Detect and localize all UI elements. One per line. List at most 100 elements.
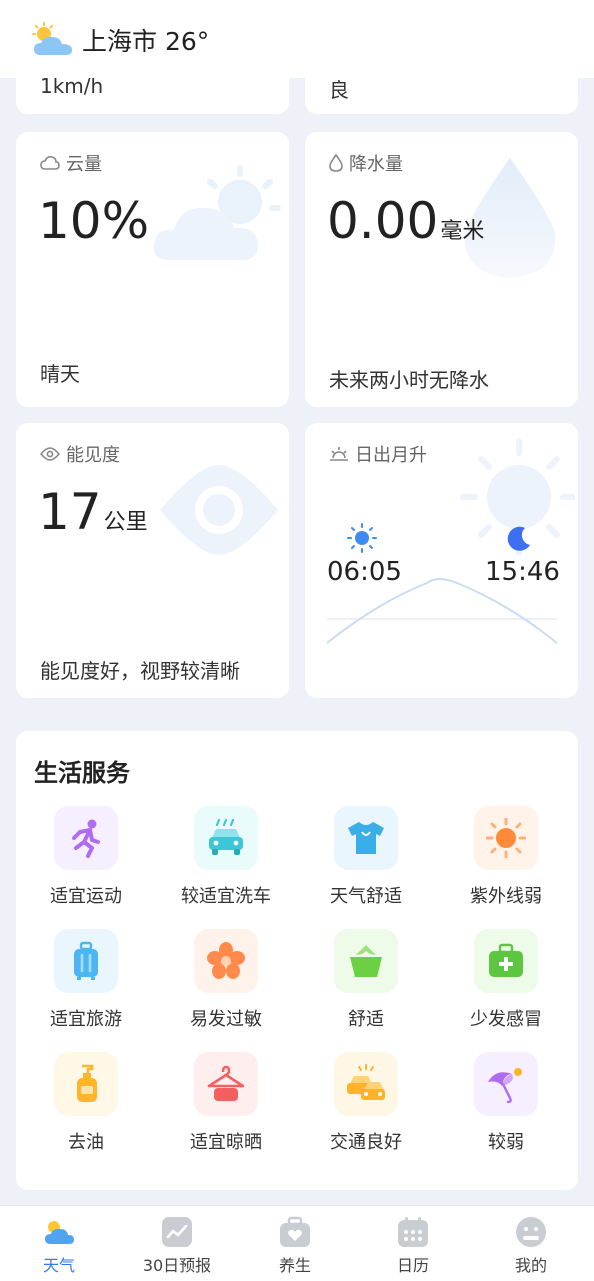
service-tile xyxy=(474,806,538,870)
umbrella-icon xyxy=(488,1068,522,1104)
city-temperature-title[interactable]: 上海市 26° xyxy=(82,22,209,58)
profile-icon xyxy=(516,1217,546,1247)
visibility-unit: 公里 xyxy=(103,510,148,535)
health-bag-icon xyxy=(280,1216,310,1247)
service-tile xyxy=(194,1052,258,1116)
service-tile xyxy=(54,806,118,870)
service-label: 紫外线弱 xyxy=(470,886,542,907)
tab-30-day-forecast[interactable]: 30日预报 xyxy=(118,1206,236,1281)
sunrise-sun-icon xyxy=(347,523,377,553)
tab-health[interactable]: 养生 xyxy=(236,1206,354,1281)
service-item-oil[interactable]: 去油 xyxy=(16,1052,156,1162)
medical-kit-icon xyxy=(489,943,523,977)
sun-uv-icon xyxy=(486,818,526,858)
service-item-drying[interactable]: 适宜晾晒 xyxy=(156,1052,296,1162)
forecast-chart-icon xyxy=(162,1217,192,1247)
hanger-icon xyxy=(207,1065,245,1101)
precipitation-label: 降水量 xyxy=(329,150,403,176)
precipitation-value: 0.00毫米 xyxy=(327,192,484,250)
sunrise-time: 06:05 xyxy=(327,557,402,587)
tab-label: 30日预报 xyxy=(142,1256,212,1275)
precipitation-card[interactable]: 降水量 0.00毫米 未来两小时无降水 xyxy=(305,132,578,407)
service-item-car-wash[interactable]: 较适宜洗车 xyxy=(156,806,296,916)
visibility-label: 能见度 xyxy=(40,441,120,467)
service-label: 较适宜洗车 xyxy=(181,886,271,907)
droplet-outline-icon xyxy=(329,154,343,172)
service-item-uv[interactable]: 紫外线弱 xyxy=(436,806,576,916)
running-icon xyxy=(72,819,100,858)
service-label: 适宜晾晒 xyxy=(190,1132,262,1153)
service-tile xyxy=(54,929,118,993)
cloud-description: 晴天 xyxy=(40,362,80,386)
moonrise-moon-icon xyxy=(507,526,530,551)
partial-air-text: 良 xyxy=(329,78,349,102)
traffic-cars-icon xyxy=(347,1064,385,1100)
cloud-value-number: 10% xyxy=(38,192,150,250)
luggage-icon xyxy=(74,941,98,980)
service-item-exercise[interactable]: 适宜运动 xyxy=(16,806,156,916)
service-tile xyxy=(194,806,258,870)
service-label: 少发感冒 xyxy=(470,1009,542,1030)
service-item-comfort-2[interactable]: 舒适 xyxy=(296,929,436,1039)
service-item-traffic[interactable]: 交通良好 xyxy=(296,1052,436,1162)
sunrise-outline-icon xyxy=(330,447,348,461)
service-item-umbrella[interactable]: 较弱 xyxy=(436,1052,576,1162)
service-tile xyxy=(474,929,538,993)
car-wash-icon xyxy=(209,818,243,855)
moonrise-time: 15:46 xyxy=(485,557,560,587)
plant-pot-icon xyxy=(350,945,382,977)
tab-calendar[interactable]: 日历 xyxy=(354,1206,472,1281)
service-label: 较弱 xyxy=(488,1132,524,1153)
tab-weather[interactable]: 天气 xyxy=(0,1206,118,1281)
service-label: 易发过敏 xyxy=(190,1009,262,1030)
visibility-value-number: 17 xyxy=(38,483,102,541)
sunrise-moonrise-card[interactable]: 日出月升 06:05 15:46 xyxy=(305,423,578,698)
precipitation-description: 未来两小时无降水 xyxy=(329,368,489,392)
service-tile xyxy=(334,806,398,870)
calendar-icon xyxy=(398,1217,428,1247)
partly-sunny-icon xyxy=(32,22,72,55)
life-services-title: 生活服务 xyxy=(34,759,130,787)
precipitation-unit: 毫米 xyxy=(440,219,485,244)
sun-moon-label: 日出月升 xyxy=(329,441,427,467)
tshirt-icon xyxy=(348,822,384,854)
service-label: 天气舒适 xyxy=(330,886,402,907)
tab-label: 我的 xyxy=(514,1256,547,1275)
visibility-card[interactable]: 能见度 17公里 能见度好，视野较清晰 xyxy=(16,423,289,698)
bottom-tab-bar: 天气 30日预报 养生 日历 我的 xyxy=(0,1205,594,1281)
visibility-value: 17公里 xyxy=(38,483,148,541)
service-label: 适宜运动 xyxy=(50,886,122,907)
weather-icon xyxy=(45,1221,74,1244)
service-label: 去油 xyxy=(68,1132,104,1153)
service-tile xyxy=(334,929,398,993)
lotion-bottle-icon xyxy=(77,1064,97,1102)
service-item-cold[interactable]: 少发感冒 xyxy=(436,929,576,1039)
service-item-comfort[interactable]: 天气舒适 xyxy=(296,806,436,916)
cloud-label: 云量 xyxy=(40,150,102,176)
cloud-card[interactable]: 云量 10% 晴天 xyxy=(16,132,289,407)
cloud-sun-decoration-icon xyxy=(153,165,281,260)
tab-label: 天气 xyxy=(42,1256,75,1275)
eye-outline-icon xyxy=(40,447,60,461)
life-services-panel: 生活服务 适宜运动 较适宜洗车 天气舒适 紫外线弱 适宜旅游 易发过敏 舒适 少… xyxy=(16,731,578,1190)
precipitation-value-number: 0.00 xyxy=(327,192,439,250)
top-header: 上海市 26° xyxy=(0,0,594,78)
precipitation-label-text: 降水量 xyxy=(349,154,403,175)
service-label: 舒适 xyxy=(348,1009,384,1030)
service-item-allergy[interactable]: 易发过敏 xyxy=(156,929,296,1039)
cloud-value: 10% xyxy=(38,192,149,250)
service-tile xyxy=(474,1052,538,1116)
service-label: 交通良好 xyxy=(330,1132,402,1153)
service-label: 适宜旅游 xyxy=(50,1009,122,1030)
service-item-travel[interactable]: 适宜旅游 xyxy=(16,929,156,1039)
visibility-description: 能见度好，视野较清晰 xyxy=(40,659,240,683)
service-tile xyxy=(194,929,258,993)
tab-label: 日历 xyxy=(396,1256,429,1275)
cloud-label-text: 云量 xyxy=(66,154,102,175)
tab-label: 养生 xyxy=(278,1256,311,1275)
flower-icon xyxy=(207,942,245,979)
service-tile xyxy=(334,1052,398,1116)
eye-decoration-icon xyxy=(160,465,278,555)
tab-profile[interactable]: 我的 xyxy=(472,1206,590,1281)
visibility-label-text: 能见度 xyxy=(66,445,120,466)
